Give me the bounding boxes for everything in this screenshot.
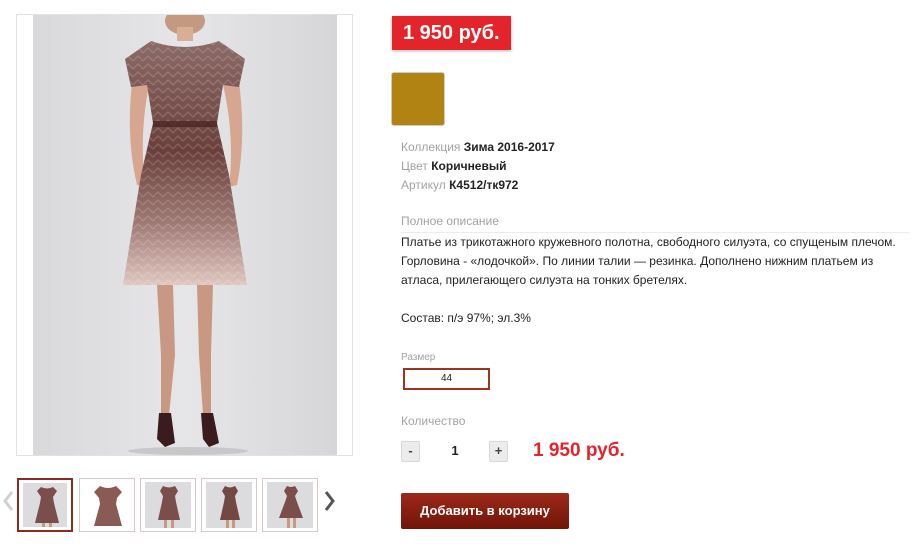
quantity-increase-button[interactable]: + (489, 441, 508, 462)
quantity-decrease-button[interactable]: - (401, 441, 420, 462)
quantity-label: Количество (401, 414, 466, 428)
chevron-left-icon[interactable] (0, 488, 16, 514)
info-value: К4512/тк972 (449, 178, 519, 192)
thumbnail[interactable] (201, 478, 257, 532)
info-value: Зима 2016-2017 (463, 140, 555, 154)
info-label: Коллекция (401, 140, 461, 154)
thumbnail[interactable] (79, 478, 135, 532)
add-to-cart-button[interactable]: Добавить в корзину (401, 493, 569, 529)
product-info: Коллекция Зима 2016-2017 Цвет Коричневый… (401, 138, 555, 195)
size-option[interactable]: 44 (403, 368, 490, 390)
thumbnail[interactable] (262, 478, 318, 532)
composition-text: Состав: п/э 97%; эл.3% (401, 311, 531, 325)
price-badge: 1 950 руб. (392, 16, 511, 50)
thumbnail[interactable] (140, 478, 196, 532)
info-label: Цвет (401, 159, 428, 173)
info-row-collection: Коллекция Зима 2016-2017 (401, 138, 555, 157)
main-product-image[interactable] (16, 14, 353, 456)
description: Платье из трикотажного кружевного полотн… (401, 233, 901, 328)
photo-backdrop (33, 15, 337, 455)
info-label: Артикул (401, 178, 446, 192)
size-label: Размер (401, 352, 436, 363)
total-price: 1 950 руб. (533, 440, 625, 461)
thumbnail[interactable] (17, 478, 73, 532)
chevron-right-icon[interactable] (322, 488, 338, 514)
description-title: Полное описание (401, 214, 499, 228)
dress-model-photo (123, 15, 248, 455)
info-row-article: Артикул К4512/тк972 (401, 176, 555, 195)
color-swatch[interactable] (391, 72, 445, 126)
info-row-color: Цвет Коричневый (401, 157, 555, 176)
quantity-value[interactable]: 1 (440, 443, 470, 458)
info-value: Коричневый (431, 159, 507, 173)
description-text: Платье из трикотажного кружевного полотн… (401, 235, 896, 287)
